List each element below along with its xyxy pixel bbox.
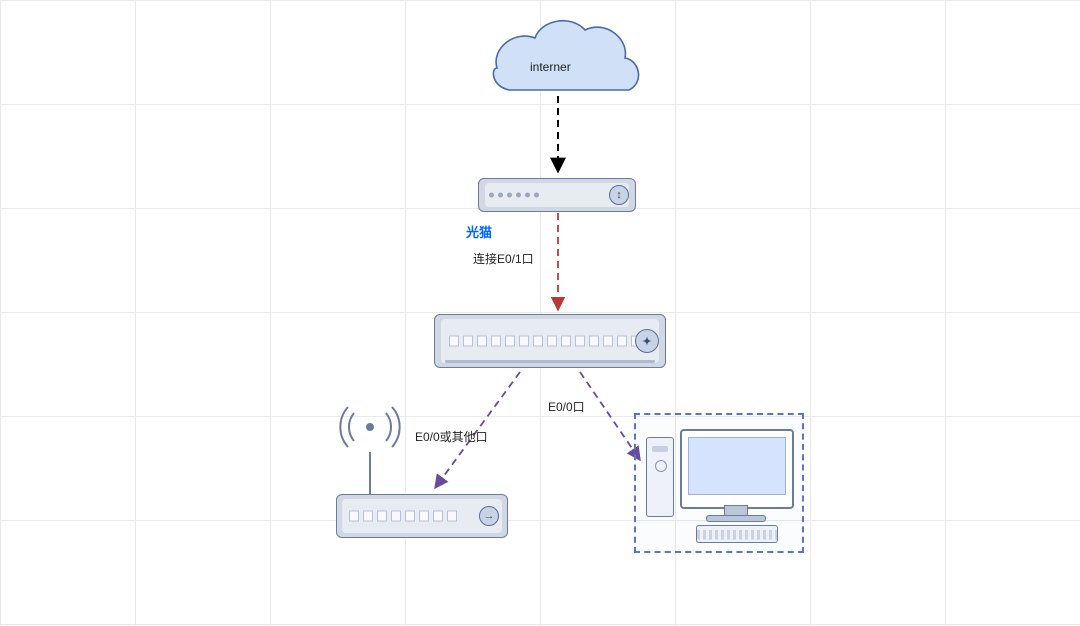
switch-button-icon: ✦: [635, 329, 659, 353]
ap-button-icon: →: [479, 506, 499, 526]
edge-switch-pc: [580, 372, 640, 460]
cloud-icon: [493, 21, 638, 90]
switch-ports: [449, 336, 641, 347]
diagram-canvas[interactable]: interner ↕ 光猫 连接E0/1口 ✦ E0/0口 E0/0或其他口: [0, 0, 1080, 626]
internet-label: interner: [530, 60, 571, 74]
pc-node[interactable]: [634, 413, 804, 553]
switch-node[interactable]: ✦: [434, 314, 666, 368]
modem-ports: [489, 193, 539, 198]
switch-bottom-bar: [445, 360, 655, 363]
ap-body: →: [336, 494, 508, 538]
edge-label-modem-switch: 连接E0/1口: [473, 250, 534, 267]
pc-monitor-icon: [680, 429, 794, 509]
pc-tower-icon: [646, 437, 674, 517]
antenna-icon: [369, 452, 371, 496]
ap-ports: [349, 511, 457, 522]
edge-label-switch-pc: E0/0口: [548, 398, 585, 415]
pc-keyboard-icon: [696, 525, 778, 543]
pc-base: [706, 515, 766, 522]
modem-label: 光猫: [466, 222, 492, 241]
modem-button-icon: ↕: [609, 185, 629, 205]
modem-node[interactable]: ↕: [478, 178, 636, 212]
access-point-node[interactable]: →: [336, 428, 506, 538]
